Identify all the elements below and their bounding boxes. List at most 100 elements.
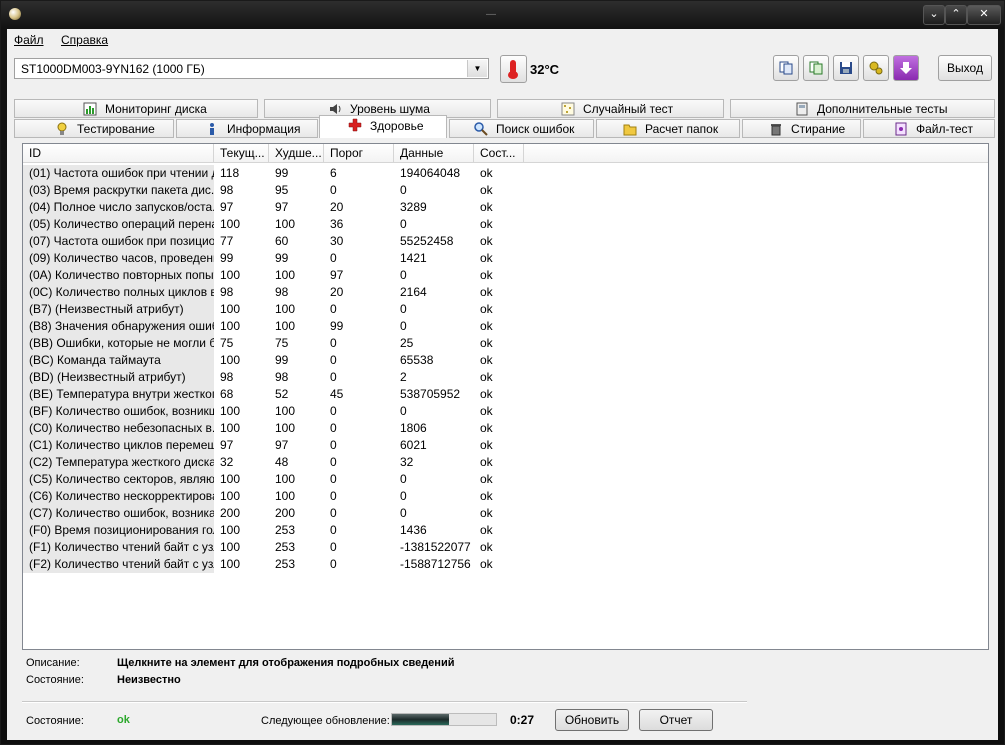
gears-icon (869, 61, 883, 75)
table-row[interactable]: (C1) Количество циклов перемещ... 97 97 0 60… (23, 437, 988, 454)
tab-health[interactable]: Здоровье (319, 115, 447, 138)
title-bar[interactable]: — ⌄ ⌃ ✕ (1, 1, 1004, 29)
menu-file[interactable]: Файл (14, 33, 44, 47)
table-row[interactable]: (BD) (Неизвестный атрибут) 98 98 0 2 ok (23, 369, 988, 386)
client-area: Файл Справка ST1000DM003-9YN162 (1000 ГБ… (7, 29, 998, 740)
tab-strip: Мониторинг диска Уровень шума Случайный … (14, 99, 995, 141)
table-row[interactable]: (0A) Количество повторных попыт... 100 100… (23, 267, 988, 284)
copy-button[interactable] (773, 55, 799, 81)
cell-status: ok (480, 387, 493, 401)
tab-label: Стирание (791, 122, 846, 136)
cell-worst: 97 (275, 438, 289, 452)
menu-help[interactable]: Справка (61, 33, 108, 47)
cell-current: 100 (220, 557, 241, 571)
cell-status: ok (480, 353, 493, 367)
cell-worst: 95 (275, 183, 289, 197)
tab-label: Случайный тест (583, 102, 674, 116)
cell-data: 0 (400, 302, 407, 316)
tab-disk-monitoring[interactable]: Мониторинг диска (14, 99, 258, 118)
cell-threshold: 0 (330, 251, 337, 265)
speaker-icon (330, 104, 341, 114)
dots-icon (561, 102, 575, 116)
column-header-status[interactable]: Сост... (474, 144, 524, 162)
table-row[interactable]: (B8) Значения обнаружения ошиб... 100 100 9… (23, 318, 988, 335)
cell-worst: 99 (275, 353, 289, 367)
table-row[interactable]: (C7) Количество ошибок, возника... 200 200… (23, 505, 988, 522)
table-row[interactable]: (F0) Время позиционирования гол... 100 253… (23, 522, 988, 539)
tab-folder-calc[interactable]: Расчет папок (596, 119, 740, 138)
column-header-threshold[interactable]: Порог (324, 144, 394, 162)
close-button[interactable]: ✕ (967, 5, 1001, 25)
cell-threshold: 0 (330, 489, 337, 503)
save-button[interactable] (833, 55, 859, 81)
tab-additional-tests[interactable]: Дополнительные тесты (730, 99, 995, 118)
footer-status-value: ok (117, 714, 130, 726)
tab-information[interactable]: Информация (176, 119, 318, 138)
cell-data: 0 (400, 489, 407, 503)
update-timer: 0:27 (510, 713, 535, 727)
table-row[interactable]: (C2) Температура жесткого диска 32 48 0 32 ok (23, 454, 988, 471)
report-button[interactable]: Отчет (639, 709, 713, 731)
cell-id: (B7) (Неизвестный атрибут) (23, 301, 214, 318)
exit-button[interactable]: Выход (938, 55, 992, 81)
cell-current: 100 (220, 217, 241, 231)
settings-button[interactable] (863, 55, 889, 81)
cell-id: (04) Полное число запусков/оста... (23, 199, 214, 216)
tab-erase[interactable]: Стирание (742, 119, 861, 138)
minimize-button[interactable]: ⌄ (923, 5, 945, 25)
table-row[interactable]: (01) Частота ошибок при чтении д... 118 99… (23, 165, 988, 182)
cell-worst: 100 (275, 421, 296, 435)
cell-threshold: 0 (330, 455, 337, 469)
cell-threshold: 0 (330, 404, 337, 418)
maximize-button[interactable]: ⌃ (945, 5, 967, 25)
update-progress-bar (391, 713, 497, 726)
table-row[interactable]: (03) Время раскрутки пакета дис... 98 95 0 0… (23, 182, 988, 199)
table-row[interactable]: (C6) Количество нескорректирова... 100 100… (23, 488, 988, 505)
cell-worst: 253 (275, 523, 296, 537)
copy-all-button[interactable] (803, 55, 829, 81)
tab-file-test[interactable]: Файл-тест (863, 119, 995, 138)
cell-threshold: 0 (330, 523, 337, 537)
table-row[interactable]: (BB) Ошибки, которые не могли б... 75 75 0 2… (23, 335, 988, 352)
temperature-button[interactable] (500, 55, 527, 83)
app-icon[interactable] (9, 8, 21, 20)
cell-id: (BD) (Неизвестный атрибут) (23, 369, 214, 386)
cell-id: (BF) Количество ошибок, возникш... (23, 403, 214, 420)
table-row[interactable]: (F1) Количество чтений байт с узл... 100 2… (23, 539, 988, 556)
smart-attributes-table[interactable]: ID Текущ... Худше... Порог Данные Сост..… (22, 143, 989, 650)
cell-data: 1421 (400, 251, 427, 265)
column-header-current[interactable]: Текущ... (214, 144, 269, 162)
table-row[interactable]: (09) Количество часов, проведенн... 99 99 0… (23, 250, 988, 267)
cell-data: 2 (400, 370, 407, 384)
cell-status: ok (480, 285, 493, 299)
table-row[interactable]: (BF) Количество ошибок, возникш... 100 100… (23, 403, 988, 420)
table-row[interactable]: (0C) Количество полных циклов в... 98 98 20… (23, 284, 988, 301)
column-header-id[interactable]: ID (23, 144, 214, 162)
temperature-value: 32°C (530, 62, 560, 77)
column-header-data[interactable]: Данные (394, 144, 474, 162)
cell-worst: 253 (275, 540, 296, 554)
table-row[interactable]: (05) Количество операций перена... 100 100… (23, 216, 988, 233)
table-row[interactable]: (F2) Количество чтений байт с узл... 100 2… (23, 556, 988, 573)
download-button[interactable] (893, 55, 919, 81)
table-row[interactable]: (C0) Количество небезопасных в... 100 100 0… (23, 420, 988, 437)
chevron-down-icon[interactable]: ▼ (467, 60, 487, 77)
column-header-worst[interactable]: Худше... (269, 144, 324, 162)
cell-id: (01) Частота ошибок при чтении д... (23, 165, 214, 182)
table-row[interactable]: (BE) Температура внутри жестког... 68 52 45… (23, 386, 988, 403)
table-row[interactable]: (04) Полное число запусков/оста... 97 97 20… (23, 199, 988, 216)
tab-random-test[interactable]: Случайный тест (497, 99, 724, 118)
cell-threshold: 0 (330, 557, 337, 571)
tab-error-search[interactable]: Поиск ошибок (449, 119, 594, 138)
refresh-button[interactable]: Обновить (555, 709, 629, 731)
table-row[interactable]: (B7) (Неизвестный атрибут) 100 100 0 0 ok (23, 301, 988, 318)
cell-worst: 99 (275, 251, 289, 265)
cell-status: ok (480, 438, 493, 452)
drive-select[interactable]: ST1000DM003-9YN162 (1000 ГБ) ▼ (14, 58, 489, 79)
table-row[interactable]: (BC) Команда таймаута 100 99 0 65538 ok (23, 352, 988, 369)
table-row[interactable]: (C5) Количество секторов, являю... 100 100… (23, 471, 988, 488)
tab-testing[interactable]: Тестирование (14, 119, 174, 138)
cell-current: 100 (220, 489, 241, 503)
table-row[interactable]: (07) Частота ошибок при позицио... 77 60 30… (23, 233, 988, 250)
cell-id: (BE) Температура внутри жестког... (23, 386, 214, 403)
